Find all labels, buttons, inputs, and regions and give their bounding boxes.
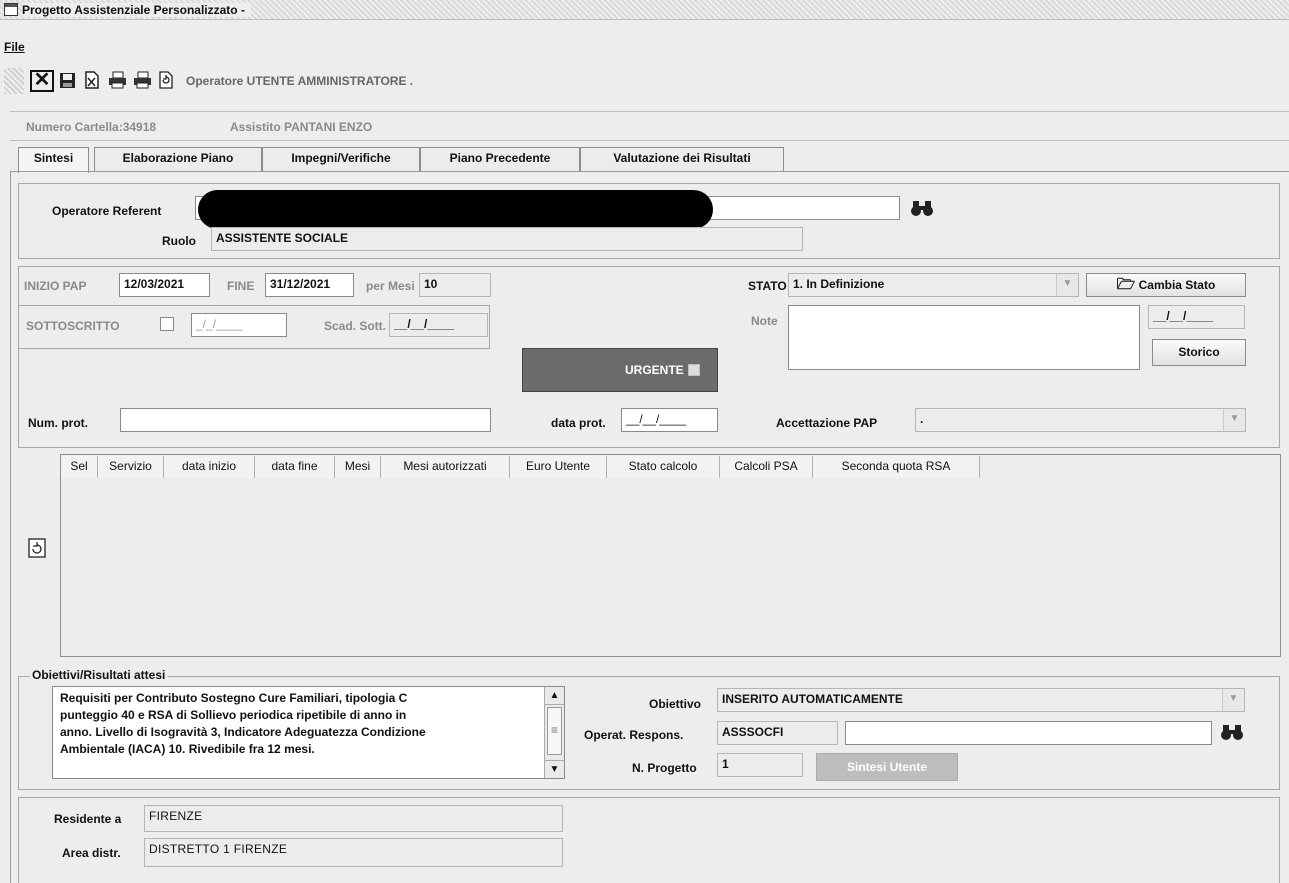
residente-field: FIRENZE — [144, 805, 563, 832]
col-calcoli-psa[interactable]: Calcoli PSA — [720, 456, 813, 478]
cambia-stato-label: Cambia Stato — [1138, 278, 1216, 292]
close-icon[interactable]: ✕ — [30, 70, 54, 92]
accettazione-label: Accettazione PAP — [776, 416, 878, 430]
sottoscritto-checkbox[interactable] — [160, 317, 174, 331]
binoculars-icon[interactable] — [1218, 722, 1246, 742]
operat-respons-label: Operat. Respons. — [584, 728, 684, 742]
stato-value: 1. In Definizione — [793, 277, 885, 291]
obiettivi-group-title: Obiettivi/Risultati attesi — [30, 668, 168, 682]
chevron-down-icon: ▼ — [1056, 274, 1078, 296]
cartella-number: Numero Cartella:34918 — [26, 120, 157, 134]
obiettivi-line: Requisiti per Contributo Sostegno Cure F… — [60, 691, 408, 705]
operat-code-field: ASSSOCFI — [717, 721, 838, 745]
data-prot-field[interactable]: __/__/____ — [621, 408, 718, 432]
accettazione-select[interactable]: . ▼ — [915, 408, 1246, 432]
sottoscritto-label: SOTTOSCRITTO — [26, 319, 120, 333]
n-progetto-label: N. Progetto — [632, 761, 697, 775]
scroll-down-icon[interactable]: ▼ — [545, 760, 564, 778]
chevron-down-icon: ▼ — [1222, 689, 1244, 711]
urgente-label: URGENTE — [625, 363, 684, 377]
tab-elaborazione-piano[interactable]: Elaborazione Piano — [94, 147, 262, 171]
refresh-doc-icon[interactable] — [28, 538, 46, 558]
cambia-stato-button[interactable]: 🗁 Cambia Stato — [1086, 273, 1246, 297]
storico-button[interactable]: Storico — [1152, 339, 1246, 366]
print-icon[interactable] — [108, 71, 127, 89]
inizio-pap-field[interactable]: 12/03/2021 — [119, 273, 210, 297]
ruolo-field: ASSISTENTE SOCIALE — [211, 227, 803, 251]
col-sel[interactable]: Sel — [61, 456, 98, 478]
chevron-down-icon: ▼ — [1223, 409, 1245, 431]
delete-doc-icon[interactable] — [84, 71, 100, 89]
urgente-checkbox — [688, 364, 700, 376]
obiettivo-label: Obiettivo — [649, 697, 702, 711]
scroll-up-icon[interactable]: ▲ — [545, 687, 564, 705]
note-textarea[interactable] — [788, 305, 1140, 370]
col-data-fine[interactable]: data fine — [255, 456, 335, 478]
per-mesi-label: per Mesi — [366, 279, 415, 293]
stato-label: STATO — [748, 279, 787, 293]
tab-sintesi[interactable]: Sintesi — [18, 147, 89, 173]
textarea-scrollbar[interactable]: ▲ ≡ ▼ — [544, 687, 564, 778]
binoculars-icon[interactable] — [908, 198, 936, 218]
servizi-table: Sel Servizio data inizio data fine Mesi … — [60, 454, 1281, 657]
obiettivo-value: INSERITO AUTOMATICAMENTE — [722, 692, 903, 706]
obiettivi-textarea[interactable]: Requisiti per Contributo Sostegno Cure F… — [52, 686, 565, 779]
col-euro-utente[interactable]: Euro Utente — [510, 456, 607, 478]
window-title: Progetto Assistenziale Personalizzato - — [22, 3, 251, 17]
num-prot-field[interactable] — [120, 408, 491, 432]
fine-label: FINE — [227, 279, 255, 293]
urgente-button[interactable]: URGENTE — [522, 348, 718, 392]
area-distr-label: Area distr. — [62, 846, 121, 860]
operatore-referente-label: Operatore Referent — [52, 204, 162, 218]
scad-sott-label: Scad. Sott. — [324, 319, 387, 333]
tab-piano-precedente[interactable]: Piano Precedente — [420, 147, 580, 171]
note-label: Note — [751, 314, 778, 328]
fine-field[interactable]: 31/12/2021 — [265, 273, 354, 297]
col-data-inizio[interactable]: data inizio — [164, 456, 255, 478]
area-distr-field: DISTRETTO 1 FIRENZE — [144, 838, 563, 867]
save-icon[interactable] — [59, 72, 76, 89]
assistito-name: Assistito PANTANI ENZO — [230, 120, 373, 134]
redaction — [198, 190, 713, 229]
col-stato-calcolo[interactable]: Stato calcolo — [607, 456, 720, 478]
sintesi-utente-button[interactable]: Sintesi Utente — [816, 753, 958, 781]
accettazione-value: . — [920, 412, 924, 426]
col-servizio[interactable]: Servizio — [98, 456, 164, 478]
toolbar: ✕ Operatore UTENTE AMMINISTRATORE . — [0, 62, 1289, 112]
obiettivi-line: anno. Livello di Isogravità 3, Indicator… — [60, 725, 426, 739]
window-icon — [4, 3, 18, 16]
menu-file[interactable]: File — [4, 40, 25, 54]
ruolo-label: Ruolo — [162, 234, 196, 248]
sottoscritto-date[interactable]: _/_/____ — [191, 313, 287, 337]
scad-sott-field: __/__/____ — [389, 313, 488, 337]
per-mesi-field: 10 — [419, 273, 491, 297]
scroll-thumb[interactable]: ≡ — [547, 707, 562, 755]
folder-open-icon: 🗁 — [1116, 276, 1136, 293]
refresh-doc-icon[interactable] — [158, 71, 174, 89]
inizio-pap-label: INIZIO PAP — [24, 279, 87, 293]
col-seconda-quota-rsa[interactable]: Seconda quota RSA — [813, 456, 980, 478]
operat-name-field[interactable] — [845, 721, 1212, 745]
tab-valutazione-risultati[interactable]: Valutazione dei Risultati — [580, 147, 784, 171]
note-date-field: __/__/____ — [1148, 305, 1245, 329]
tab-impegni-verifiche[interactable]: Impegni/Verifiche — [262, 147, 420, 171]
obiettivi-line: punteggio 40 e RSA di Sollievo periodica… — [60, 708, 407, 722]
num-prot-label: Num. prot. — [28, 416, 88, 430]
n-progetto-field: 1 — [717, 753, 803, 777]
col-mesi-autorizzati[interactable]: Mesi autorizzati — [381, 456, 510, 478]
obiettivo-select[interactable]: INSERITO AUTOMATICAMENTE ▼ — [717, 688, 1245, 712]
obiettivi-line: Ambientale (IACA) 10. Rivedibile fra 12 … — [60, 742, 315, 756]
operator-label: Operatore UTENTE AMMINISTRATORE . — [186, 74, 414, 88]
residente-label: Residente a — [54, 812, 122, 826]
print-preview-icon[interactable] — [133, 71, 152, 89]
window-titlebar: Progetto Assistenziale Personalizzato - — [0, 0, 1289, 20]
stato-select[interactable]: 1. In Definizione ▼ — [788, 273, 1079, 297]
header-info: Numero Cartella:34918 Assistito PANTANI … — [10, 111, 1289, 141]
col-mesi[interactable]: Mesi — [335, 456, 381, 478]
data-prot-label: data prot. — [551, 416, 606, 430]
toolbar-grip — [4, 68, 24, 94]
